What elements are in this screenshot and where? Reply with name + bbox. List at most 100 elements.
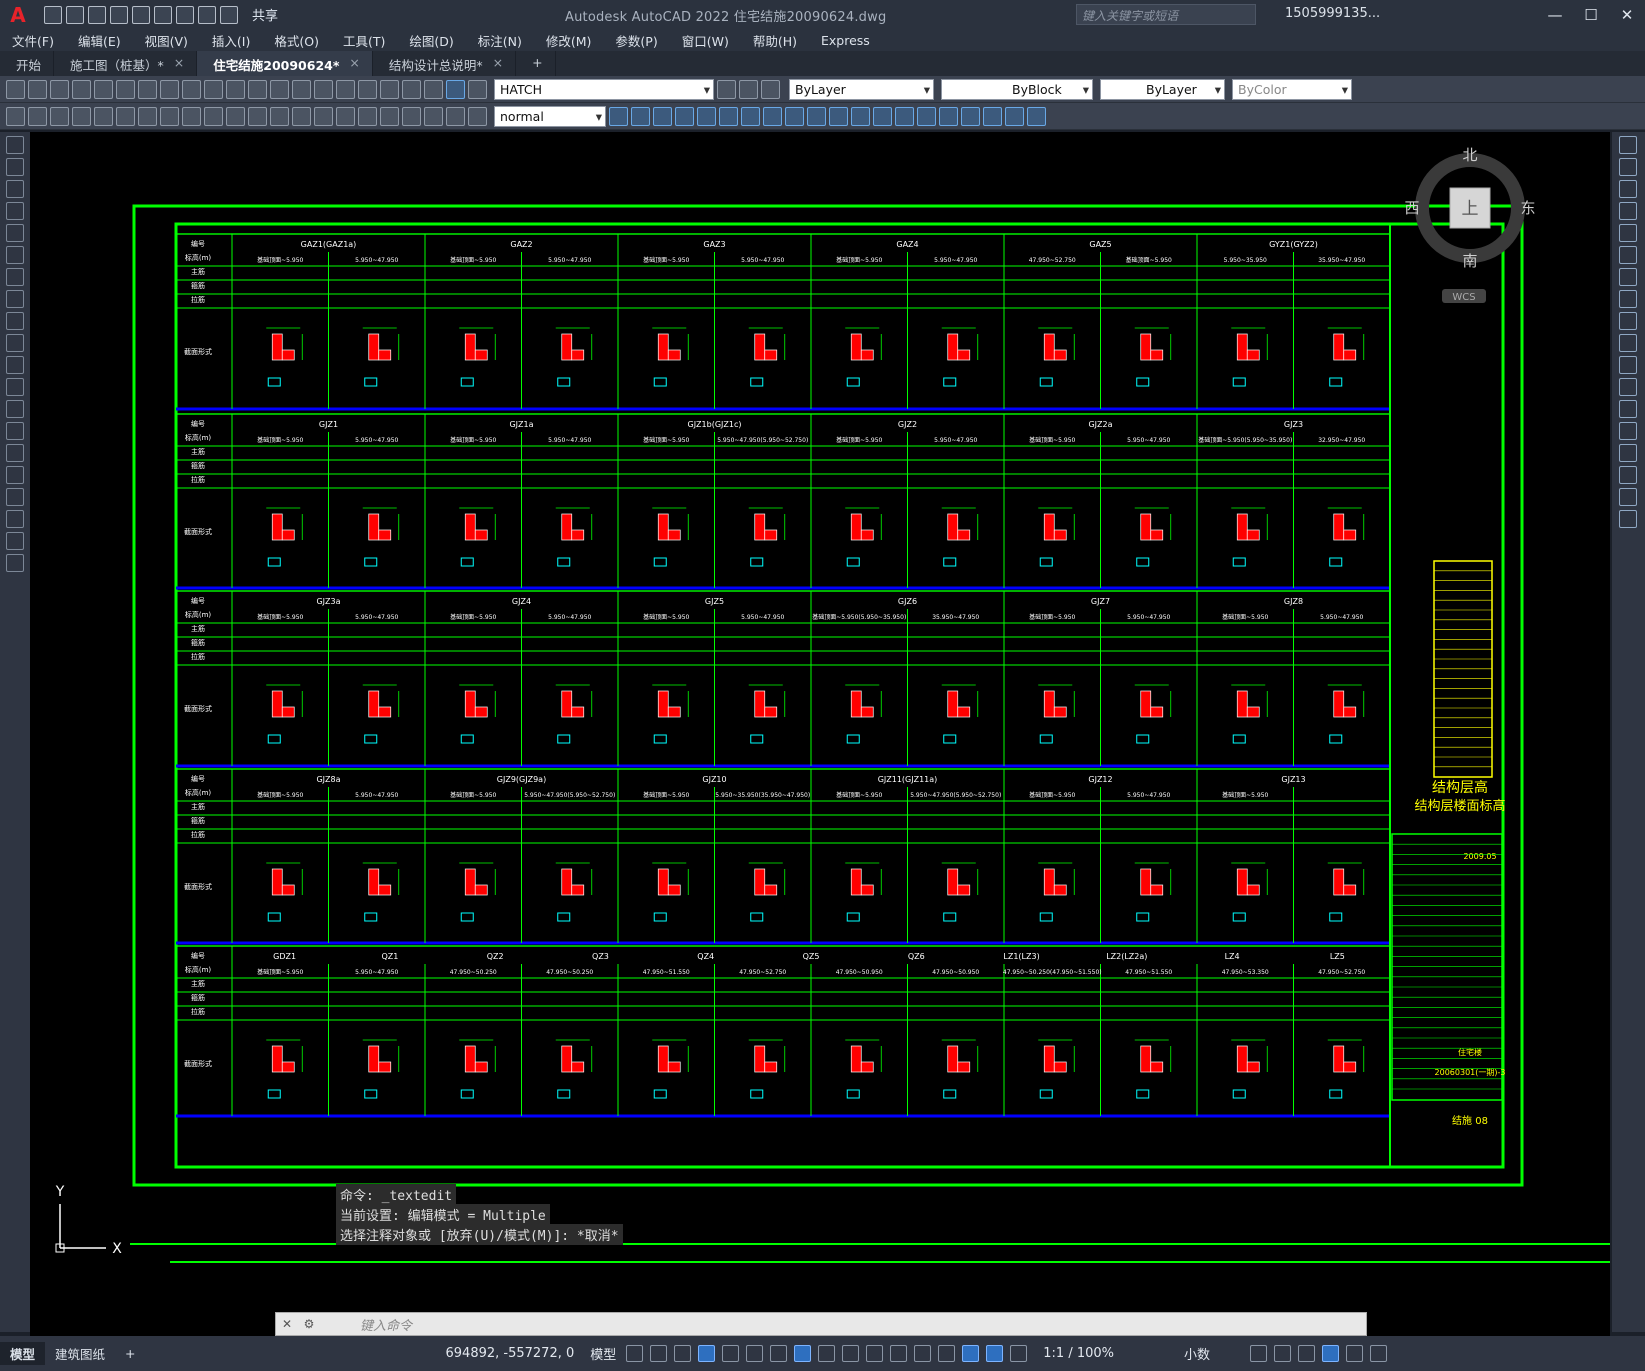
annotation-scale[interactable]: 1:1 / 100% xyxy=(1043,1346,1114,1361)
menu-tools[interactable]: 工具(T) xyxy=(331,31,397,50)
extend-icon[interactable] xyxy=(1619,356,1637,374)
drawing-canvas[interactable]: 编号 标高(m) 主筋 箍筋 拉筋 截面形式 GAZ1(GAZ1a) GAZ2 GAZ3 GAZ4… xyxy=(30,132,1610,1336)
viewcube-south[interactable]: 南 xyxy=(1462,252,1477,270)
menu-edit[interactable]: 编辑(E) xyxy=(66,31,133,50)
close-icon[interactable]: × xyxy=(349,55,359,76)
dyn-ucs-icon[interactable] xyxy=(914,1345,932,1362)
menu-dimension[interactable]: 标注(N) xyxy=(466,31,534,50)
design-center-icon[interactable] xyxy=(358,79,377,99)
zoom-window-icon[interactable] xyxy=(314,79,333,99)
command-line[interactable]: ✕ ⚙ 键入命令 xyxy=(275,1312,1367,1336)
menu-express[interactable]: Express xyxy=(809,33,882,48)
search-input[interactable]: 键入关键字或短语 xyxy=(1076,4,1256,25)
space-icon[interactable] xyxy=(314,106,333,126)
circle-icon[interactable] xyxy=(6,268,24,286)
paste-icon[interactable] xyxy=(182,79,201,99)
tab-pile-drawing[interactable]: 施工图（桩基）* × xyxy=(54,51,198,76)
hatch-icon[interactable] xyxy=(6,444,24,462)
redo-icon[interactable] xyxy=(248,79,267,99)
jog-linear-icon[interactable] xyxy=(402,106,421,126)
dim-edit-icon[interactable] xyxy=(424,106,443,126)
menu-modify[interactable]: 修改(M) xyxy=(534,31,604,50)
table-icon[interactable] xyxy=(6,510,24,528)
region-icon[interactable] xyxy=(6,488,24,506)
wcs-menu[interactable]: WCS xyxy=(1452,292,1475,303)
undo-icon[interactable] xyxy=(198,5,216,24)
menu-window[interactable]: 窗口(W) xyxy=(670,31,741,50)
lineweight-icon[interactable] xyxy=(818,1345,836,1362)
undo-icon[interactable] xyxy=(226,79,245,99)
text-style-dropdown[interactable]: normal xyxy=(494,105,606,127)
ordinate-icon[interactable] xyxy=(138,106,157,126)
erase-icon[interactable] xyxy=(1619,136,1637,154)
blend-icon[interactable] xyxy=(1619,488,1637,506)
modify-16-icon[interactable] xyxy=(939,106,958,126)
transparency-icon[interactable] xyxy=(842,1345,860,1362)
units-button[interactable]: 小数 xyxy=(1184,1344,1210,1363)
pan-icon[interactable] xyxy=(270,79,289,99)
break-at-point-icon[interactable] xyxy=(1619,400,1637,418)
polyline-icon[interactable] xyxy=(6,180,24,198)
radius-icon[interactable] xyxy=(160,106,179,126)
make-current-icon[interactable] xyxy=(717,79,736,99)
redo-icon[interactable] xyxy=(220,5,238,24)
stretch-icon[interactable] xyxy=(1619,312,1637,330)
open-icon[interactable] xyxy=(66,5,84,24)
save-icon[interactable] xyxy=(50,79,69,99)
angular-icon[interactable] xyxy=(226,106,245,126)
gizmo-icon[interactable] xyxy=(962,1345,980,1362)
osnap-icon[interactable] xyxy=(794,1345,812,1362)
model-space-button[interactable]: 模型 xyxy=(590,1344,616,1363)
menu-help[interactable]: 帮助(H) xyxy=(741,31,809,50)
modify-15-icon[interactable] xyxy=(917,106,936,126)
share-button[interactable]: 共享 xyxy=(252,5,278,24)
mirror-icon[interactable] xyxy=(1619,180,1637,198)
ortho-icon[interactable] xyxy=(698,1345,716,1362)
insert-block-icon[interactable] xyxy=(6,378,24,396)
plotstyle-dropdown[interactable]: ByColor xyxy=(1232,78,1352,100)
customize-icon[interactable]: ⚙ xyxy=(298,1317,320,1331)
tab-residential-structure[interactable]: 住宅结施20090624* × xyxy=(197,51,373,76)
close-icon[interactable]: ✕ xyxy=(1609,0,1645,29)
command-input[interactable]: 键入命令 xyxy=(360,1315,412,1334)
join-icon[interactable] xyxy=(1619,422,1637,440)
tab-model[interactable]: 模型 xyxy=(0,1342,46,1365)
tool-palettes-icon[interactable] xyxy=(380,79,399,99)
scale-icon[interactable] xyxy=(1619,290,1637,308)
menu-format[interactable]: 格式(O) xyxy=(262,31,331,50)
move-icon[interactable] xyxy=(1619,246,1637,264)
selection-cycling-icon[interactable] xyxy=(866,1345,884,1362)
menu-draw[interactable]: 绘图(D) xyxy=(397,31,465,50)
continue-icon[interactable] xyxy=(292,106,311,126)
modify-7-icon[interactable] xyxy=(741,106,760,126)
help-icon[interactable] xyxy=(424,79,443,99)
lineweight-dropdown[interactable]: ByLayer xyxy=(1100,78,1225,100)
explode-icon[interactable] xyxy=(1619,510,1637,528)
web-save-icon[interactable] xyxy=(154,5,172,24)
properties-icon[interactable] xyxy=(336,79,355,99)
baseline-icon[interactable] xyxy=(270,106,289,126)
tab-start[interactable]: 开始 xyxy=(0,51,55,76)
dim-text-edit-icon[interactable] xyxy=(446,106,465,126)
tab-structure-notes[interactable]: 结构设计总说明* × xyxy=(373,51,517,76)
fillet-icon[interactable] xyxy=(1619,466,1637,484)
open-icon[interactable] xyxy=(28,79,47,99)
break-icon[interactable] xyxy=(1619,378,1637,396)
ellipse-arc-icon[interactable] xyxy=(6,356,24,374)
menu-file[interactable]: 文件(F) xyxy=(0,31,66,50)
menu-view[interactable]: 视图(V) xyxy=(133,31,200,50)
maximize-icon[interactable]: ☐ xyxy=(1573,0,1609,29)
offset-icon[interactable] xyxy=(1619,202,1637,220)
layer-iso-icon[interactable] xyxy=(761,79,780,99)
viewcube-east[interactable]: 东 xyxy=(1520,199,1535,217)
autocad-logo-icon[interactable]: A xyxy=(0,0,36,29)
menu-insert[interactable]: 插入(I) xyxy=(200,31,262,50)
viewcube-top[interactable]: 上 xyxy=(1462,199,1479,219)
new-icon[interactable] xyxy=(6,79,25,99)
selection-filter-icon[interactable] xyxy=(938,1345,956,1362)
minimize-icon[interactable]: — xyxy=(1537,0,1573,29)
gradient-icon[interactable] xyxy=(6,466,24,484)
layer-previous-icon[interactable] xyxy=(739,79,758,99)
osnap-tracking-icon[interactable] xyxy=(770,1345,788,1362)
linear-dim-icon[interactable] xyxy=(72,106,91,126)
